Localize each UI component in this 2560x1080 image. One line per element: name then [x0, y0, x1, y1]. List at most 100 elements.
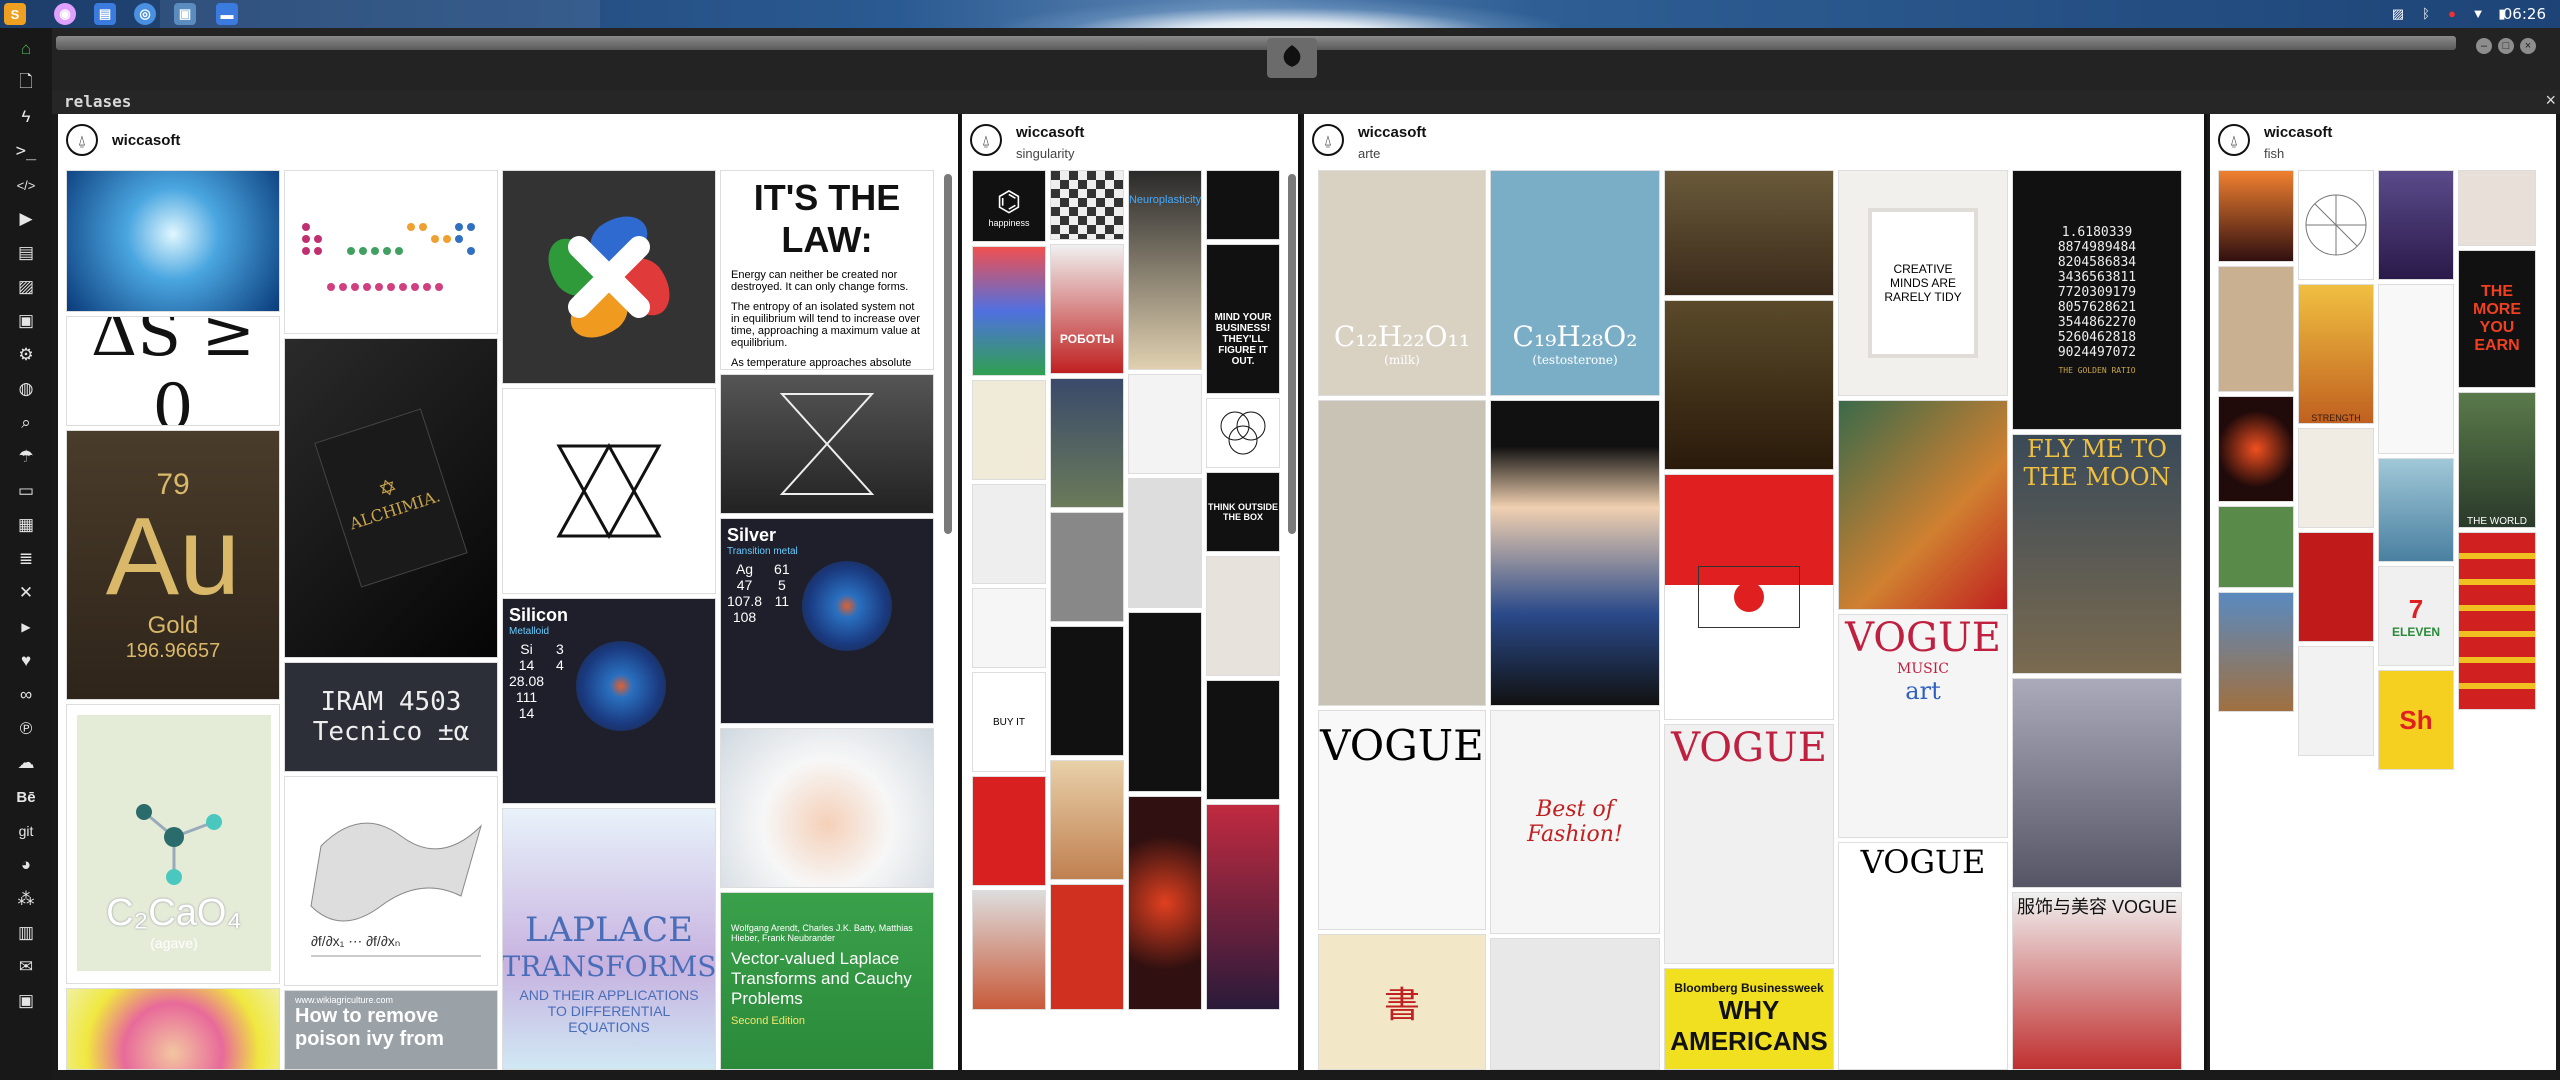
pin-crest[interactable]: [2298, 532, 2374, 642]
sublime-icon[interactable]: S: [4, 3, 26, 25]
pinterest-icon[interactable]: ℗: [13, 716, 39, 742]
pin-vogue-red[interactable]: VOGUE: [1664, 724, 1834, 964]
pin-crossover-logo[interactable]: [502, 170, 716, 384]
cloud-icon[interactable]: ☁: [13, 750, 39, 776]
pin-street-photo[interactable]: [2012, 678, 2182, 888]
pin-3d-surface[interactable]: ∂f/∂x₁ ⋯ ∂f/∂xₙ: [284, 776, 498, 986]
files-icon[interactable]: ▤: [94, 3, 116, 25]
pin-strength[interactable]: STRENGTH: [2298, 284, 2374, 424]
firefox-icon[interactable]: ◉: [54, 3, 76, 25]
pin-chess[interactable]: [1050, 170, 1124, 240]
pin-laplace[interactable]: LAPLACE TRANSFORMS AND THEIR APPLICATION…: [502, 808, 716, 1070]
pin-c2cao[interactable]: C₂CaO₄ (agave): [66, 704, 280, 984]
heart-icon[interactable]: ♥: [13, 648, 39, 674]
pin-happiness[interactable]: ⌬ happiness: [972, 170, 1046, 242]
close-button[interactable]: ×: [2520, 38, 2536, 54]
pin-sacred-geometry[interactable]: [2378, 284, 2454, 454]
pin-purple-star[interactable]: [2378, 170, 2454, 280]
umbrella-icon[interactable]: ☂: [13, 444, 39, 470]
address-bar[interactable]: [56, 36, 2456, 50]
pin-green-figure[interactable]: [2218, 506, 2294, 588]
pin-energy-hands[interactable]: [66, 170, 280, 312]
youtube-icon[interactable]: ▶︎: [13, 614, 39, 640]
pin-person[interactable]: [1206, 556, 1280, 676]
pin-the-more[interactable]: THE MORE YOU EARN: [2458, 250, 2536, 388]
pin-bw-art[interactable]: [1050, 512, 1124, 622]
board-name[interactable]: singularity: [1016, 146, 1075, 161]
pin-7eleven[interactable]: 7 ELEVEN: [2378, 566, 2454, 666]
mail-icon[interactable]: ✉: [13, 954, 39, 980]
pin-red-sun[interactable]: [1664, 474, 1834, 720]
pin-vogue-china[interactable]: 服饰与美容 VOGUE: [2012, 892, 2182, 1070]
pin-planet[interactable]: [2218, 170, 2294, 262]
pin-neuroplasticity[interactable]: Neuroplasticity: [1128, 170, 1202, 370]
pin-vector-valued[interactable]: Wolfgang Arendt, Charles J.K. Batty, Mat…: [720, 892, 934, 1070]
pin-red-poster[interactable]: [972, 776, 1046, 886]
behance-icon[interactable]: Bē: [13, 784, 39, 810]
stack-icon[interactable]: ≣: [13, 546, 39, 572]
search-icon[interactable]: ⌕: [13, 410, 39, 436]
pin-silver[interactable]: Silver Transition metal Ag 47 107.8 108 …: [720, 518, 934, 724]
chrome-icon[interactable]: ◎: [134, 3, 156, 25]
home-icon[interactable]: ⌂: [13, 36, 39, 62]
avatar[interactable]: ⍙: [2218, 124, 2250, 156]
avatar[interactable]: ⍙: [66, 124, 98, 156]
pin-beach[interactable]: [1050, 760, 1124, 880]
cubes-icon[interactable]: ⁂: [13, 886, 39, 912]
avatar[interactable]: ⍙: [1312, 124, 1344, 156]
pin-golden-ratio[interactable]: 1.6180339 8874989484 8204586834 34365638…: [2012, 170, 2182, 430]
pin-vogue-bowie[interactable]: VOGUE MUSIC art: [1838, 614, 2008, 838]
pin-vogue-hat[interactable]: VOGUE: [1318, 710, 1486, 930]
wifi-icon[interactable]: ▼: [2470, 6, 2486, 22]
pin-roboty[interactable]: РОБОТЫ: [1050, 244, 1124, 374]
gear-icon[interactable]: ⚙: [13, 342, 39, 368]
pin-madonna[interactable]: [1490, 400, 1660, 706]
pin-magazine[interactable]: [2298, 646, 2374, 756]
maximize-button[interactable]: □: [2498, 38, 2514, 54]
pin-vogue-ink[interactable]: VOGUE: [1838, 842, 2008, 1070]
pin-poison-ivy[interactable]: www.wikiagriculture.com How to remove po…: [284, 990, 498, 1070]
pin-sea[interactable]: [2378, 458, 2454, 562]
pin-fly-me[interactable]: FLY ME TO THE MOON: [2012, 434, 2182, 674]
pin-shell[interactable]: Sh: [2378, 670, 2454, 770]
rebel-alliance-icon[interactable]: [1267, 38, 1317, 78]
record-icon[interactable]: ●: [2444, 6, 2460, 22]
pin-triangle-dark[interactable]: [1206, 680, 1280, 800]
drive-icon[interactable]: ▦: [13, 512, 39, 538]
pin-dancers[interactable]: [1206, 804, 1280, 1010]
pin-geometry[interactable]: [2298, 170, 2374, 280]
pin-buy-it[interactable]: BUY IT: [972, 672, 1046, 772]
minimize-button[interactable]: –: [2476, 38, 2492, 54]
pin-dark-art[interactable]: [1128, 612, 1202, 792]
pin-earth[interactable]: [1050, 378, 1124, 508]
board-user[interactable]: wiccasoft: [112, 132, 180, 149]
pin-the-world[interactable]: THE WORLD: [2458, 392, 2536, 528]
pin-classical-painting[interactable]: [1664, 170, 1834, 296]
map-icon[interactable]: ▥: [13, 920, 39, 946]
pin-triangles-dark[interactable]: [720, 374, 934, 514]
close-icon[interactable]: ×: [2545, 90, 2556, 111]
file-icon[interactable]: 🗋: [13, 70, 39, 96]
image-icon[interactable]: ▨: [2390, 6, 2406, 22]
github-icon[interactable]: ◕: [13, 852, 39, 878]
pin-font-chart[interactable]: [972, 484, 1046, 584]
pin-kanji[interactable]: 書: [1318, 934, 1486, 1070]
scrollbar[interactable]: [1288, 174, 1296, 534]
board-name[interactable]: arte: [1358, 146, 1380, 161]
pin-laws[interactable]: IT'S THE LAW: Energy can neither be crea…: [720, 170, 934, 370]
bolt-icon[interactable]: ϟ: [13, 104, 39, 130]
pin-entropy[interactable]: ΔS ≥ 0: [66, 316, 280, 426]
image-icon[interactable]: ▨: [13, 274, 39, 300]
pin-mind-business[interactable]: MIND YOUR BUSINESS! THEY'LL FIGURE IT OU…: [1206, 244, 1280, 394]
terminal-icon[interactable]: ▣: [13, 308, 39, 334]
play-icon[interactable]: ▶: [13, 206, 39, 232]
scrollbar[interactable]: [944, 174, 952, 534]
pin-arrow[interactable]: [972, 588, 1046, 668]
board-user[interactable]: wiccasoft: [2264, 124, 2332, 141]
pin-diagram[interactable]: [1128, 374, 1202, 474]
code-icon[interactable]: </>: [13, 172, 39, 198]
pin-alchimia[interactable]: ✡ ALCHIMIA.: [284, 338, 498, 658]
pin-art-industry[interactable]: [1490, 938, 1660, 1070]
board-user[interactable]: wiccasoft: [1358, 124, 1426, 141]
pin-mona-lisa[interactable]: [1664, 300, 1834, 470]
